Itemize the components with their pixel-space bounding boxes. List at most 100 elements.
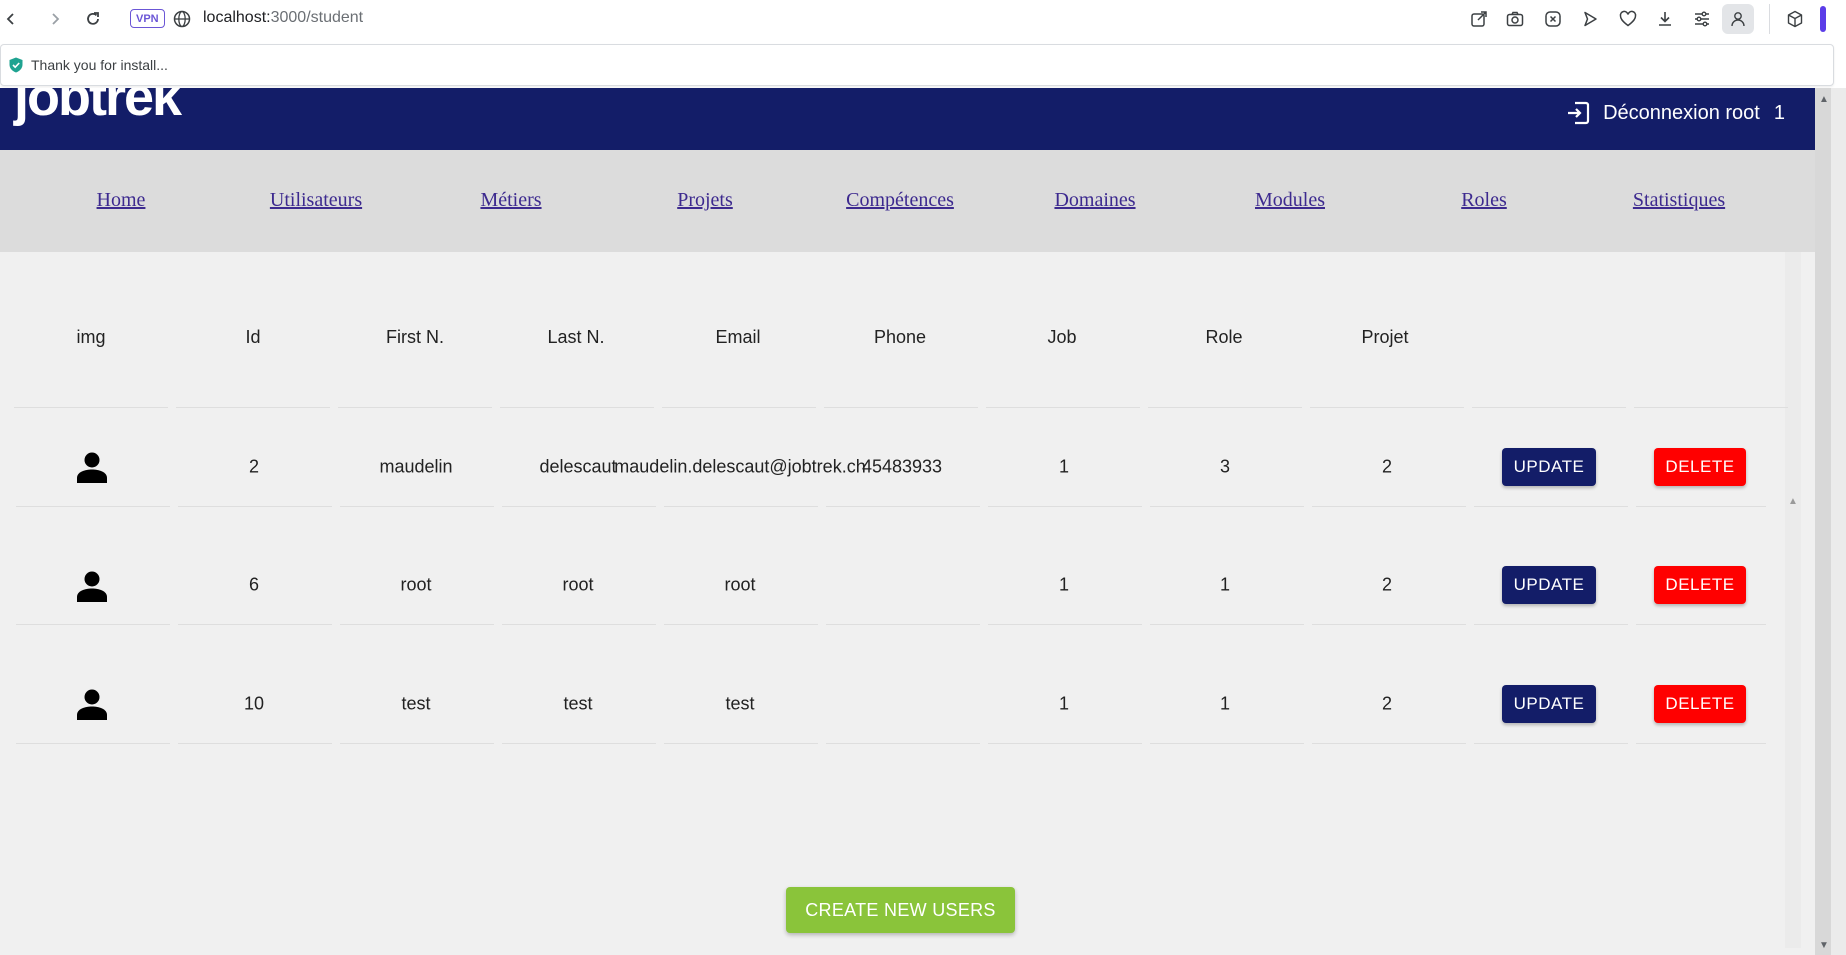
cell-job: 1 <box>1058 574 1070 595</box>
user-avatar-icon <box>77 571 107 602</box>
row-divider <box>1636 743 1766 744</box>
row-divider <box>1312 506 1466 507</box>
row-divider <box>988 506 1142 507</box>
extension-notice[interactable]: Thank you for install... <box>0 44 1834 86</box>
row-divider <box>1150 743 1304 744</box>
logout-label: Déconnexion root <box>1603 101 1760 124</box>
nav-competences[interactable]: Compétences <box>846 189 954 212</box>
cell-phone: 45483933 <box>861 456 943 477</box>
row-divider <box>826 743 980 744</box>
forward-icon[interactable] <box>44 8 66 30</box>
logout-icon <box>1568 101 1590 125</box>
page-scrollbar[interactable]: ▲ ▼ <box>1815 88 1846 955</box>
row-divider <box>502 506 656 507</box>
cell-id: 2 <box>248 456 260 477</box>
row-divider <box>1312 624 1466 625</box>
row-divider <box>502 743 656 744</box>
nav-metiers[interactable]: Métiers <box>480 189 541 212</box>
row-divider <box>1474 743 1628 744</box>
logo[interactable]: jobtrek <box>14 88 182 128</box>
cell-first-name: root <box>400 574 432 595</box>
browser-toolbar: VPN localhost:3000/student <box>0 0 1846 38</box>
user-avatar-icon <box>77 452 107 483</box>
column-header-first-name: First N. <box>386 327 444 347</box>
column-header-img: img <box>76 327 106 347</box>
nav-home[interactable]: Home <box>97 189 146 212</box>
row-divider <box>1474 624 1628 625</box>
delete-button[interactable]: DELETE <box>1654 566 1746 604</box>
column-header-email: Email <box>715 327 761 347</box>
row-divider <box>988 624 1142 625</box>
row-divider <box>16 743 170 744</box>
vpn-badge[interactable]: VPN <box>130 9 165 28</box>
settings-sliders-icon[interactable] <box>1691 8 1713 30</box>
row-divider <box>16 624 170 625</box>
column-header-job: Job <box>1047 327 1077 347</box>
cell-id: 6 <box>248 574 260 595</box>
nav-statistiques[interactable]: Statistiques <box>1633 189 1725 212</box>
cell-role: 1 <box>1219 574 1231 595</box>
nav-projets[interactable]: Projets <box>677 189 733 212</box>
user-avatar-icon <box>77 689 107 720</box>
scrollbar-track[interactable] <box>1815 88 1831 955</box>
cell-first-name: maudelin <box>379 456 453 477</box>
nav-roles[interactable]: Roles <box>1461 189 1507 212</box>
nav-utilisateurs[interactable]: Utilisateurs <box>270 189 362 212</box>
download-icon[interactable] <box>1654 8 1676 30</box>
site-header: jobtrek Déconnexion root 1 <box>0 88 1815 150</box>
header-divider <box>338 407 492 408</box>
row-divider <box>178 506 332 507</box>
play-icon[interactable] <box>1579 8 1601 30</box>
row-divider <box>178 624 332 625</box>
share-icon[interactable] <box>1468 8 1490 30</box>
row-divider <box>1636 506 1766 507</box>
toolbar-divider <box>1769 4 1770 34</box>
update-button[interactable]: UPDATE <box>1502 566 1596 604</box>
row-divider <box>340 624 494 625</box>
nav-domaines[interactable]: Domaines <box>1054 189 1135 212</box>
camera-icon[interactable] <box>1504 8 1526 30</box>
cell-projet: 2 <box>1381 693 1393 714</box>
header-divider <box>1148 407 1302 408</box>
cell-projet: 2 <box>1381 456 1393 477</box>
header-divider <box>14 407 168 408</box>
row-divider <box>988 743 1142 744</box>
address-bar[interactable]: localhost:3000/student <box>203 9 363 27</box>
nav-modules[interactable]: Modules <box>1255 189 1325 212</box>
logout-button[interactable]: Déconnexion root 1 <box>1565 98 1785 128</box>
page-viewport: jobtrek Déconnexion root 1 Home Utilisat… <box>0 88 1815 955</box>
row-divider <box>1150 624 1304 625</box>
table-scrollbar[interactable]: ▲ <box>1785 252 1801 948</box>
create-new-users-button[interactable]: CREATE NEW USERS <box>786 887 1015 933</box>
extensions-cube-icon[interactable] <box>1784 8 1806 30</box>
delete-button[interactable]: DELETE <box>1654 448 1746 486</box>
reload-icon[interactable] <box>82 8 104 30</box>
heart-icon[interactable] <box>1617 8 1639 30</box>
close-box-icon[interactable] <box>1542 8 1564 30</box>
header-divider <box>500 407 654 408</box>
header-divider <box>824 407 978 408</box>
cell-email: test <box>725 693 755 714</box>
profile-icon[interactable] <box>1722 4 1754 34</box>
cell-last-name: test <box>563 693 593 714</box>
url-path: 3000/student <box>270 9 364 26</box>
update-button[interactable]: UPDATE <box>1502 448 1596 486</box>
cell-job: 1 <box>1058 456 1070 477</box>
url-host: localhost: <box>203 9 271 26</box>
cell-email: root <box>724 574 756 595</box>
row-divider <box>1474 506 1628 507</box>
column-header-id: Id <box>245 327 261 347</box>
notice-text: Thank you for install... <box>31 57 168 73</box>
update-button[interactable]: UPDATE <box>1502 685 1596 723</box>
row-divider <box>1636 624 1766 625</box>
cell-role: 3 <box>1219 456 1231 477</box>
column-header-projet: Projet <box>1361 327 1409 347</box>
user-id: 1 <box>1773 101 1785 124</box>
header-divider <box>662 407 816 408</box>
chevron-down-icon[interactable]: ▼ <box>1819 940 1829 951</box>
row-divider <box>664 506 818 507</box>
back-icon[interactable] <box>0 8 22 30</box>
chevron-up-icon[interactable]: ▲ <box>1788 496 1798 507</box>
delete-button[interactable]: DELETE <box>1654 685 1746 723</box>
chevron-up-icon[interactable]: ▲ <box>1819 94 1829 105</box>
